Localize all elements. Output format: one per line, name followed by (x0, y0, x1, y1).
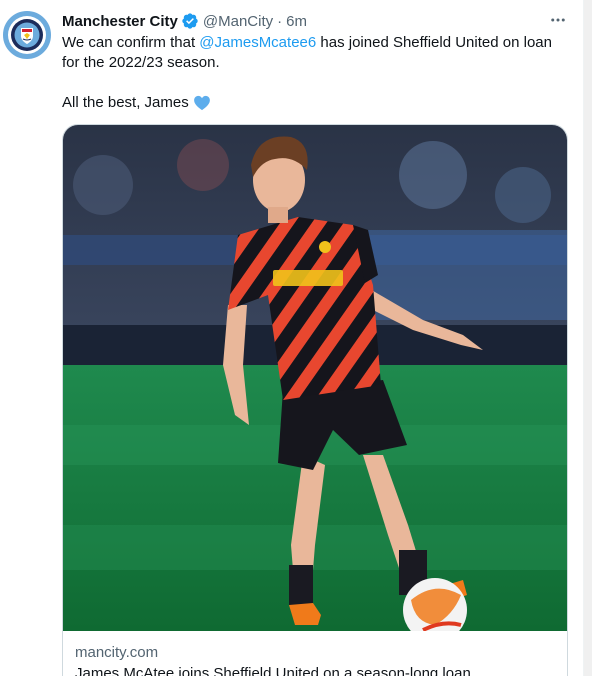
separator-dot: · (277, 12, 283, 30)
card-domain[interactable]: mancity.com (75, 644, 158, 661)
tweet-text-before: We can confirm that (62, 34, 200, 51)
tweet-text-line2: for the 2022/23 season. (62, 54, 220, 71)
link-card[interactable]: mancity.com James McAtee joins Sheffield… (62, 124, 568, 676)
timestamp[interactable]: 6m (286, 13, 307, 30)
tweet-header: Manchester City @ManCity · 6m (62, 10, 307, 32)
card-photo[interactable] (63, 125, 567, 631)
blue-heart-icon (193, 95, 210, 111)
tweet[interactable]: Manchester City @ManCity · 6m We can con… (0, 0, 584, 676)
verified-badge-icon (182, 13, 198, 29)
tweet-text: We can confirm that @JamesMcatee6 has jo… (62, 33, 572, 73)
avatar[interactable] (3, 11, 51, 59)
author-name[interactable]: Manchester City (62, 13, 178, 30)
tweet-closing-line: All the best, James (62, 93, 211, 113)
more-options-button[interactable] (544, 8, 572, 32)
more-options-icon (551, 18, 565, 22)
scrollbar[interactable] (584, 0, 592, 676)
closing-text: All the best, James (62, 94, 189, 111)
card-title[interactable]: James McAtee joins Sheffield United on a… (75, 665, 471, 676)
author-handle[interactable]: @ManCity (203, 13, 273, 30)
manchester-city-crest-icon (5, 13, 49, 57)
mention-link[interactable]: @JamesMcatee6 (199, 34, 316, 51)
tweet-text-after: has joined Sheffield United on loan (316, 34, 552, 51)
